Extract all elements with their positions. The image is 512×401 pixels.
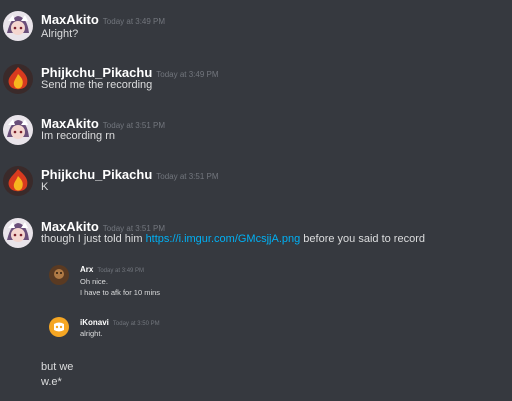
brown-avatar-icon bbox=[49, 265, 69, 285]
flame-avatar-icon[interactable] bbox=[3, 64, 33, 94]
message-text: w.e* bbox=[41, 376, 62, 388]
anime-avatar-icon[interactable] bbox=[3, 11, 33, 41]
embedded-username-text: iKonavi bbox=[80, 318, 109, 327]
embedded-username: iKonavi Today at 3:50 PM bbox=[80, 318, 160, 327]
embedded-screenshot: Arx Today at 3:49 PM Oh nice. I have to a… bbox=[46, 262, 286, 352]
message-text: Im recording rn bbox=[41, 130, 115, 142]
message-text: but we bbox=[41, 361, 74, 373]
username[interactable]: MaxAkito bbox=[41, 12, 99, 27]
embedded-timestamp: Today at 3:50 PM bbox=[112, 321, 160, 327]
discord-logo-icon bbox=[49, 317, 69, 337]
username[interactable]: MaxAkito bbox=[41, 219, 99, 234]
message-link[interactable]: https://i.imgur.com/GMcsjjA.png bbox=[146, 233, 301, 245]
embedded-text-line: Oh nice. bbox=[80, 277, 108, 286]
message-text: K bbox=[41, 181, 49, 193]
timestamp: Today at 3:49 PM bbox=[156, 70, 219, 79]
username[interactable]: MaxAkito bbox=[41, 116, 99, 131]
message-text: though I just told him https://i.imgur.c… bbox=[41, 233, 425, 245]
username[interactable]: Phijkchu_Pikachu bbox=[41, 65, 152, 80]
message-text: Send me the recording bbox=[41, 79, 153, 91]
timestamp: Today at 3:51 PM bbox=[102, 224, 166, 233]
timestamp: Today at 3:51 PM bbox=[102, 121, 166, 130]
flame-avatar-icon[interactable] bbox=[3, 166, 33, 196]
message-text: Alright? bbox=[41, 28, 79, 40]
embedded-text-line: I have to afk for 10 mins bbox=[80, 288, 161, 297]
timestamp: Today at 3:49 PM bbox=[102, 17, 166, 26]
anime-avatar-icon[interactable] bbox=[3, 218, 33, 248]
embedded-text-line: alright. bbox=[80, 329, 103, 338]
anime-avatar-icon[interactable] bbox=[3, 115, 33, 145]
embedded-timestamp: Today at 3:49 PM bbox=[97, 268, 145, 274]
embedded-username: Arx Today at 3:49 PM bbox=[80, 265, 144, 274]
embedded-username-text: Arx bbox=[80, 265, 94, 274]
timestamp: Today at 3:51 PM bbox=[156, 172, 219, 181]
message-text-before: though I just told him bbox=[41, 233, 146, 245]
username[interactable]: Phijkchu_Pikachu bbox=[41, 167, 152, 182]
message-text-after: before you said to record bbox=[300, 233, 425, 245]
